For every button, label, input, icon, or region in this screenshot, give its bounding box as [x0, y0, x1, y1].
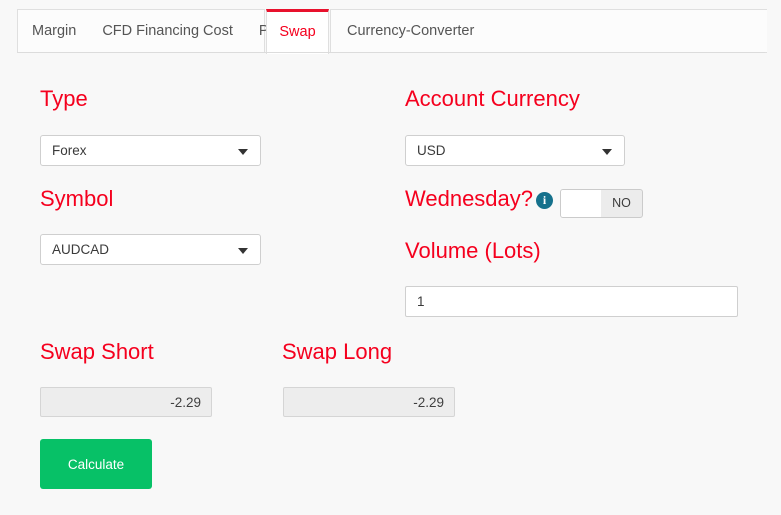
swap-short-value[interactable]: [40, 387, 212, 417]
swap-short-label: Swap Short: [40, 339, 154, 364]
symbol-label: Symbol: [40, 186, 114, 211]
tab-currency-converter[interactable]: Currency-Converter: [347, 10, 474, 52]
swap-calculator-panel: Type Forex Symbol AUDCAD Account Currenc…: [0, 54, 781, 515]
type-select-value: Forex: [52, 143, 87, 158]
wednesday-toggle-value: NO: [612, 196, 631, 210]
wednesday-label: Wednesday?: [405, 186, 534, 211]
tab-bar: Margin CFD Financing Cost Pip Swap Curre…: [0, 0, 781, 54]
account-currency-select-value: USD: [417, 143, 446, 158]
swap-long-value[interactable]: [283, 387, 455, 417]
tab-swap-label: Swap: [279, 24, 316, 40]
tab-cfd-financing-cost[interactable]: CFD Financing Cost: [102, 10, 233, 52]
tab-group-right: Currency-Converter: [330, 9, 767, 53]
symbol-select[interactable]: AUDCAD: [40, 234, 261, 265]
calculate-button[interactable]: Calculate: [40, 439, 152, 489]
tab-group-left: Margin CFD Financing Cost Pip: [17, 9, 280, 53]
wednesday-toggle[interactable]: NO: [560, 189, 643, 218]
info-icon[interactable]: i: [536, 192, 553, 209]
account-currency-label: Account Currency: [405, 86, 580, 111]
symbol-select-value: AUDCAD: [52, 242, 110, 257]
account-currency-select[interactable]: USD: [405, 135, 625, 166]
swap-long-label: Swap Long: [282, 339, 393, 364]
chevron-down-icon: [238, 149, 248, 155]
type-label: Type: [40, 86, 88, 111]
type-select[interactable]: Forex: [40, 135, 261, 166]
volume-label: Volume (Lots): [405, 238, 541, 263]
chevron-down-icon: [238, 248, 248, 254]
tab-bar-divider: [17, 52, 765, 53]
tab-margin[interactable]: Margin: [32, 10, 76, 52]
volume-input[interactable]: [405, 286, 738, 317]
wednesday-toggle-knob: [561, 190, 601, 217]
chevron-down-icon: [602, 149, 612, 155]
tab-swap[interactable]: Swap: [266, 9, 329, 54]
